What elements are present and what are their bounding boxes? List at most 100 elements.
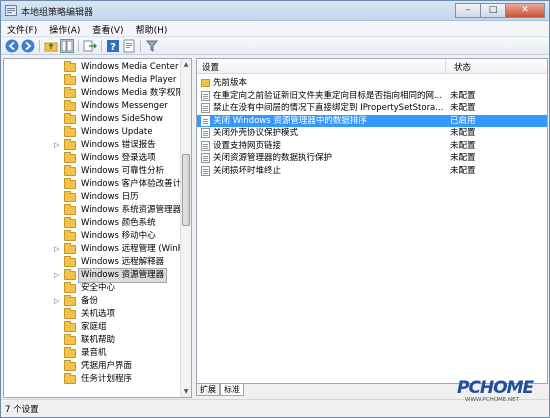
expand-arrow-icon: [54, 220, 61, 227]
tree-item[interactable]: 录音机: [4, 347, 180, 360]
policy-setting-icon: [201, 103, 210, 113]
forward-arrow-icon[interactable]: [21, 39, 35, 53]
folder-icon: [64, 230, 76, 241]
menu-action[interactable]: 操作(A): [43, 21, 86, 36]
expand-arrow-icon: [54, 103, 61, 110]
export-list-icon[interactable]: [83, 39, 97, 53]
tree-item-label: Windows 远程管理 (WinRM): [81, 244, 192, 254]
tree-item-label: Windows Media Center: [81, 62, 179, 72]
tree-item[interactable]: Windows Media 数字权限管: [4, 87, 191, 100]
tree-item[interactable]: 关机选项: [4, 308, 180, 321]
tree-item-label: 关机选项: [81, 309, 116, 319]
setting-state: 未配置: [450, 165, 476, 176]
tree-item[interactable]: ▷ Windows 资源管理器: [4, 268, 180, 283]
expand-arrow-icon[interactable]: ▷: [54, 246, 61, 253]
setting-name: 先前版本: [213, 78, 248, 88]
policy-setting-icon: [201, 153, 210, 163]
tree-item-label: Windows Media 数字权限管: [81, 88, 192, 98]
tree-item[interactable]: 家庭组: [4, 321, 180, 334]
folder-icon: [64, 87, 76, 98]
tree-scrollbar[interactable]: ▲ ▼: [180, 59, 191, 397]
menu-help[interactable]: 帮助(H): [130, 21, 174, 36]
minimize-button[interactable]: –: [455, 3, 480, 18]
tab-extended[interactable]: 扩展: [196, 384, 220, 396]
tree-item[interactable]: ▷ Windows 远程管理 (WinRM): [4, 243, 191, 256]
scroll-down-arrow-icon[interactable]: ▼: [181, 386, 191, 397]
expand-arrow-icon: [54, 363, 61, 370]
category-tree[interactable]: Windows Media Center Windows Media Player…: [3, 58, 192, 398]
setting-state: 未配置: [450, 103, 476, 113]
expand-arrow-icon[interactable]: ▷: [54, 298, 61, 305]
setting-name: 在重定向之前验证新旧文件夹重定向目标是否指向相同的网...: [213, 90, 443, 101]
tab-standard[interactable]: 标准: [220, 384, 244, 396]
filter-icon[interactable]: [145, 39, 159, 53]
svg-text:?: ?: [110, 42, 116, 53]
folder-icon: [64, 373, 76, 384]
toolbar: ?: [1, 38, 549, 55]
policy-setting-row[interactable]: 关闭 Windows 资源管理器中的数据排序 已启用: [197, 114, 547, 127]
policy-setting-icon: [201, 165, 210, 176]
expand-arrow-icon: [54, 311, 61, 318]
policy-setting-row[interactable]: 关闭损坏时堆终止 未配置: [197, 165, 547, 177]
expand-arrow-icon: [54, 376, 61, 383]
folder-icon: [64, 204, 76, 215]
menu-view[interactable]: 查看(V): [86, 21, 129, 36]
tree-item-label: Windows 可靠性分析: [81, 166, 165, 176]
policy-setting-row[interactable]: 在重定向之前验证新旧文件夹重定向目标是否指向相同的网... 未配置: [197, 90, 547, 102]
folder-icon: [64, 152, 76, 163]
tree-item-label: Windows 登录选项: [81, 153, 156, 163]
folder-icon: [64, 256, 76, 267]
up-folder-icon[interactable]: [44, 39, 58, 53]
policy-setting-row[interactable]: 关闭资源管理器的数据执行保护 未配置: [197, 152, 547, 164]
folder-icon: [64, 269, 76, 280]
tree-item[interactable]: ▷ 备份: [4, 295, 180, 308]
settings-list[interactable]: 设置 状态 先前版本 在重定向之前验证新旧文件夹重定向目标是否指向相同的网... 未…: [196, 58, 548, 384]
menu-file[interactable]: 文件(F): [1, 21, 43, 36]
tree-item[interactable]: Windows 远程解释器: [4, 256, 180, 269]
tree-item[interactable]: Windows Update: [4, 126, 180, 139]
menu-bar: 文件(F) 操作(A) 查看(V) 帮助(H): [1, 21, 549, 37]
tree-item[interactable]: Windows 可靠性分析: [4, 165, 180, 178]
list-folder-row[interactable]: 先前版本: [197, 77, 547, 89]
tree-item[interactable]: 凭据用户界面: [4, 360, 180, 373]
column-divider[interactable]: [445, 59, 446, 74]
tree-item[interactable]: 任务计划程序: [4, 373, 180, 386]
tree-item[interactable]: Windows 登录选项: [4, 152, 180, 165]
close-button[interactable]: ✕: [505, 3, 545, 18]
folder-icon: [64, 61, 76, 72]
column-header-setting[interactable]: 设置: [202, 61, 219, 73]
column-header-state[interactable]: 状态: [454, 61, 471, 73]
pchome-watermark: PCHOME WWW.PCHOME.NET: [457, 378, 547, 408]
scroll-up-arrow-icon[interactable]: ▲: [181, 59, 191, 70]
tree-item[interactable]: Windows 移动中心: [4, 230, 180, 243]
tree-item[interactable]: Windows 客户体验改善计划: [4, 178, 190, 191]
policy-setting-row[interactable]: 禁止在没有中间层的情况下直接绑定到 IPropertySetStora... 未配…: [197, 102, 547, 114]
folder-icon: [64, 308, 76, 319]
tree-item[interactable]: ▷ Windows 错误报告: [4, 139, 180, 152]
tree-item-label: 备份: [81, 296, 99, 306]
maximize-button[interactable]: □: [480, 3, 505, 18]
expand-arrow-icon[interactable]: ▷: [54, 272, 61, 279]
tree-item-label: Windows Update: [81, 127, 153, 137]
expand-arrow-icon[interactable]: ▷: [54, 142, 61, 149]
tree-item[interactable]: Windows 颜色系统: [4, 217, 180, 230]
tree-item[interactable]: 安全中心: [4, 282, 180, 295]
policy-setting-row[interactable]: 设置支持网页链接 未配置: [197, 140, 547, 152]
title-bar[interactable]: 本地组策略编辑器 – □ ✕: [1, 1, 549, 21]
folder-icon: [64, 113, 76, 124]
scrollbar-thumb[interactable]: [182, 154, 190, 226]
tree-item[interactable]: Windows Media Player: [4, 74, 180, 87]
tree-item-label: Windows Media Player: [81, 75, 177, 85]
policy-setting-row[interactable]: 关闭外壳协议保护模式 未配置: [197, 127, 547, 139]
tree-item[interactable]: 联机帮助: [4, 334, 180, 347]
tree-item[interactable]: Windows 系统资源管理器: [4, 204, 181, 217]
properties-icon[interactable]: [122, 39, 136, 53]
help-icon[interactable]: ?: [106, 39, 120, 53]
tree-item[interactable]: Windows SideShow: [4, 113, 180, 126]
show-tree-icon[interactable]: [60, 39, 74, 53]
back-arrow-icon[interactable]: [5, 39, 19, 53]
folder-icon: [64, 139, 76, 150]
tree-item[interactable]: Windows Media Center: [4, 61, 180, 74]
tree-item[interactable]: Windows 日历: [4, 191, 180, 204]
tree-item[interactable]: Windows Messenger: [4, 100, 180, 113]
